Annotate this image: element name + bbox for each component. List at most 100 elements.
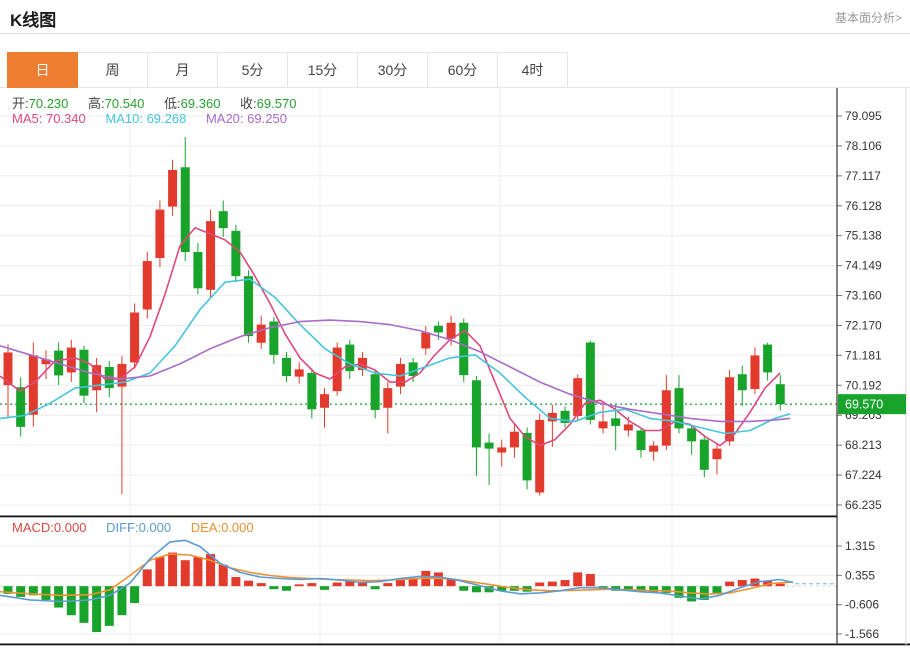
macd-bar: [586, 574, 595, 586]
y-axis-label: 73.160: [845, 289, 882, 303]
macd-bar: [168, 553, 177, 587]
candle: [143, 261, 152, 309]
candle: [485, 443, 494, 449]
candle: [599, 421, 608, 428]
macd-bar: [396, 580, 405, 586]
candle: [307, 373, 316, 409]
macd-bar: [295, 584, 304, 586]
high-value: 高:70.540: [88, 96, 144, 111]
chart-bottom-border: [0, 644, 910, 646]
macd-axis-label: 1.315: [845, 539, 875, 553]
y-axis-label: 67.224: [845, 468, 882, 482]
ohlc-row: 开:70.230 高:70.540 低:69.360 收:69.570: [12, 93, 312, 112]
candle: [687, 428, 696, 441]
candle: [244, 276, 253, 336]
y-axis-label: 72.170: [845, 318, 882, 332]
candle: [624, 424, 633, 430]
macd-bar: [79, 586, 88, 623]
candle: [168, 170, 177, 207]
candle: [662, 390, 671, 445]
candle: [295, 369, 304, 376]
macd-bar: [219, 565, 228, 586]
open-value: 开:70.230: [12, 96, 68, 111]
candle: [447, 323, 456, 339]
candle: [130, 312, 139, 362]
macd-bar: [54, 586, 63, 607]
macd-legend-row: MACD:0.000 DIFF:0.000 DEA:0.000: [12, 520, 270, 535]
macd-bar: [155, 557, 164, 586]
candle: [383, 388, 392, 408]
y-axis-label: 79.095: [845, 109, 882, 123]
candle: [649, 446, 658, 452]
candle: [16, 387, 25, 427]
y-axis-label: 71.181: [845, 348, 882, 362]
macd-bar: [712, 586, 721, 593]
macd-axis-label: 0.355: [845, 568, 875, 582]
candle: [712, 449, 721, 460]
macd-bar: [244, 581, 253, 586]
macd-axis-label: -0.606: [845, 598, 879, 612]
macd-bar: [535, 583, 544, 587]
macd-bar: [181, 560, 190, 586]
ma5-legend: MA5: 70.340: [12, 111, 86, 126]
macd-bar: [561, 580, 570, 586]
macd-axis-label: -1.566: [845, 627, 879, 641]
macd-bar: [548, 582, 557, 587]
macd-bar: [383, 583, 392, 586]
macd-bar: [231, 577, 240, 586]
ma-legend-row: MA5: 70.340 MA10: 69.268 MA20: 69.250: [12, 111, 303, 126]
macd-legend: MACD:0.000: [12, 520, 86, 535]
candle: [434, 326, 443, 333]
candle: [725, 377, 734, 441]
y-axis-label: 74.149: [845, 259, 882, 273]
y-axis-label: 76.128: [845, 199, 882, 213]
macd-bar: [776, 584, 785, 586]
macd-bar: [459, 586, 468, 591]
candle: [421, 332, 430, 348]
candle: [700, 440, 709, 470]
candle: [282, 358, 291, 376]
macd-bar: [257, 583, 266, 586]
macd-bar: [333, 583, 342, 587]
y-axis-label: 75.138: [845, 229, 882, 243]
macd-bar: [662, 586, 671, 593]
candle: [155, 210, 164, 258]
candle: [320, 394, 329, 408]
macd-bar: [320, 586, 329, 590]
ma10-legend: MA10: 69.268: [105, 111, 186, 126]
macd-bar: [105, 586, 114, 626]
y-axis-label: 70.192: [845, 378, 882, 392]
candle: [371, 374, 380, 410]
macd-bar: [725, 582, 734, 587]
macd-bar: [130, 586, 139, 603]
macd-bar: [472, 586, 481, 592]
ma20-legend: MA20: 69.250: [206, 111, 287, 126]
macd-bar: [41, 586, 50, 600]
candle: [611, 418, 620, 426]
y-axis-label: 66.235: [845, 498, 882, 512]
macd-bar: [573, 572, 582, 586]
candle: [586, 342, 595, 419]
price-tag-text: 69.570: [845, 398, 883, 412]
close-value: 收:69.570: [240, 96, 296, 111]
candle: [257, 325, 266, 343]
pane-separator: [0, 516, 837, 518]
candle: [637, 430, 646, 450]
candle: [510, 432, 519, 448]
y-axis-label: 68.213: [845, 438, 882, 452]
low-value: 低:69.360: [164, 96, 220, 111]
y-axis-label: 77.117: [845, 169, 881, 183]
candle: [206, 221, 215, 290]
dea-legend: DEA:0.000: [191, 520, 254, 535]
candle: [497, 447, 506, 452]
macd-bar: [371, 586, 380, 589]
candle: [738, 374, 747, 390]
candle: [231, 231, 240, 276]
macd-bar: [269, 586, 278, 589]
macd-bar: [16, 586, 25, 597]
diff-legend: DIFF:0.000: [106, 520, 171, 535]
candle: [193, 252, 202, 288]
macd-bar: [409, 579, 418, 587]
candle: [750, 355, 759, 389]
candle: [763, 345, 772, 373]
